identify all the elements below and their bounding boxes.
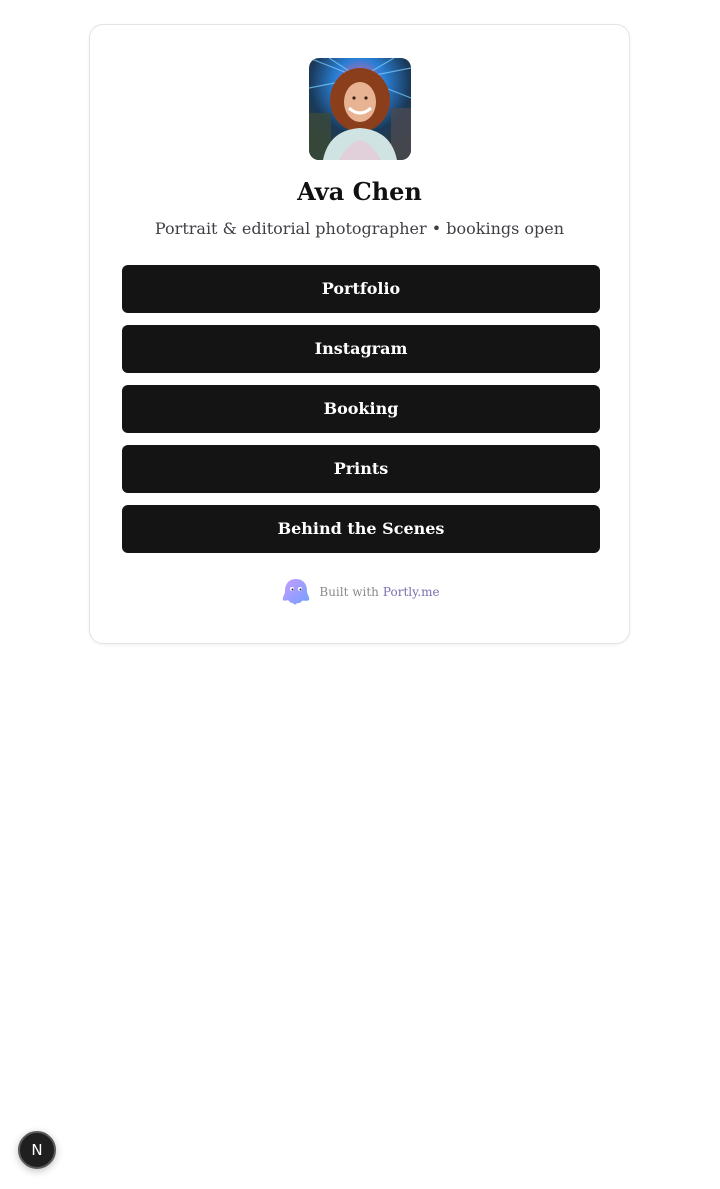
avatar xyxy=(309,58,411,160)
footer-brand-link[interactable]: Portly.me xyxy=(383,585,440,599)
link-list: Portfolio Instagram Booking Prints Behin… xyxy=(122,265,600,565)
footer: Built with Portly.me xyxy=(90,575,629,609)
profile-bio: Portrait & editorial photographer • book… xyxy=(154,219,565,238)
link-button-instagram[interactable]: Instagram xyxy=(122,325,600,373)
link-button-booking[interactable]: Booking xyxy=(122,385,600,433)
profile-card: Ava Chen Portrait & editorial photograph… xyxy=(89,24,630,644)
footer-prefix: Built with xyxy=(319,585,379,599)
ghost-mascot-icon xyxy=(283,579,310,605)
dev-tools-badge[interactable]: N xyxy=(18,1131,56,1169)
avatar-photo xyxy=(309,58,411,160)
link-button-portfolio[interactable]: Portfolio xyxy=(122,265,600,313)
link-button-prints[interactable]: Prints xyxy=(122,445,600,493)
link-button-behind-the-scenes[interactable]: Behind the Scenes xyxy=(122,505,600,553)
profile-name: Ava Chen xyxy=(297,177,422,206)
page: Ava Chen Portrait & editorial photograph… xyxy=(0,0,720,1189)
